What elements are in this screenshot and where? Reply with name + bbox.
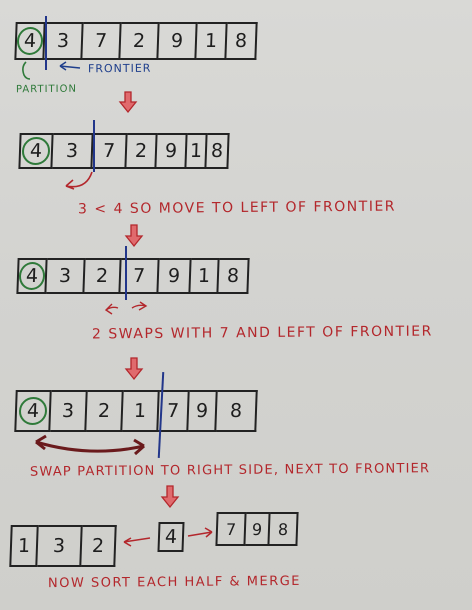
down-arrow-icon: [124, 357, 144, 381]
move-left-arrow: [65, 171, 93, 188]
swap-partition-arrow: [35, 440, 145, 453]
down-arrow-icon: [124, 224, 144, 248]
left-arrow: [123, 537, 151, 547]
down-arrow-icon: [160, 485, 180, 509]
quicksort-diagram: 4 3 7 2 9 1 8 FRONTIER PARTITION 4 3 7 2…: [0, 0, 472, 610]
right-arrow: [187, 527, 213, 538]
frontier-pointer-arrow: [59, 61, 81, 71]
partition-mark: [22, 61, 31, 80]
annotation-arrows: [22, 61, 213, 547]
swap-arrows: [104, 301, 148, 315]
down-arrow-icon: [118, 91, 138, 114]
